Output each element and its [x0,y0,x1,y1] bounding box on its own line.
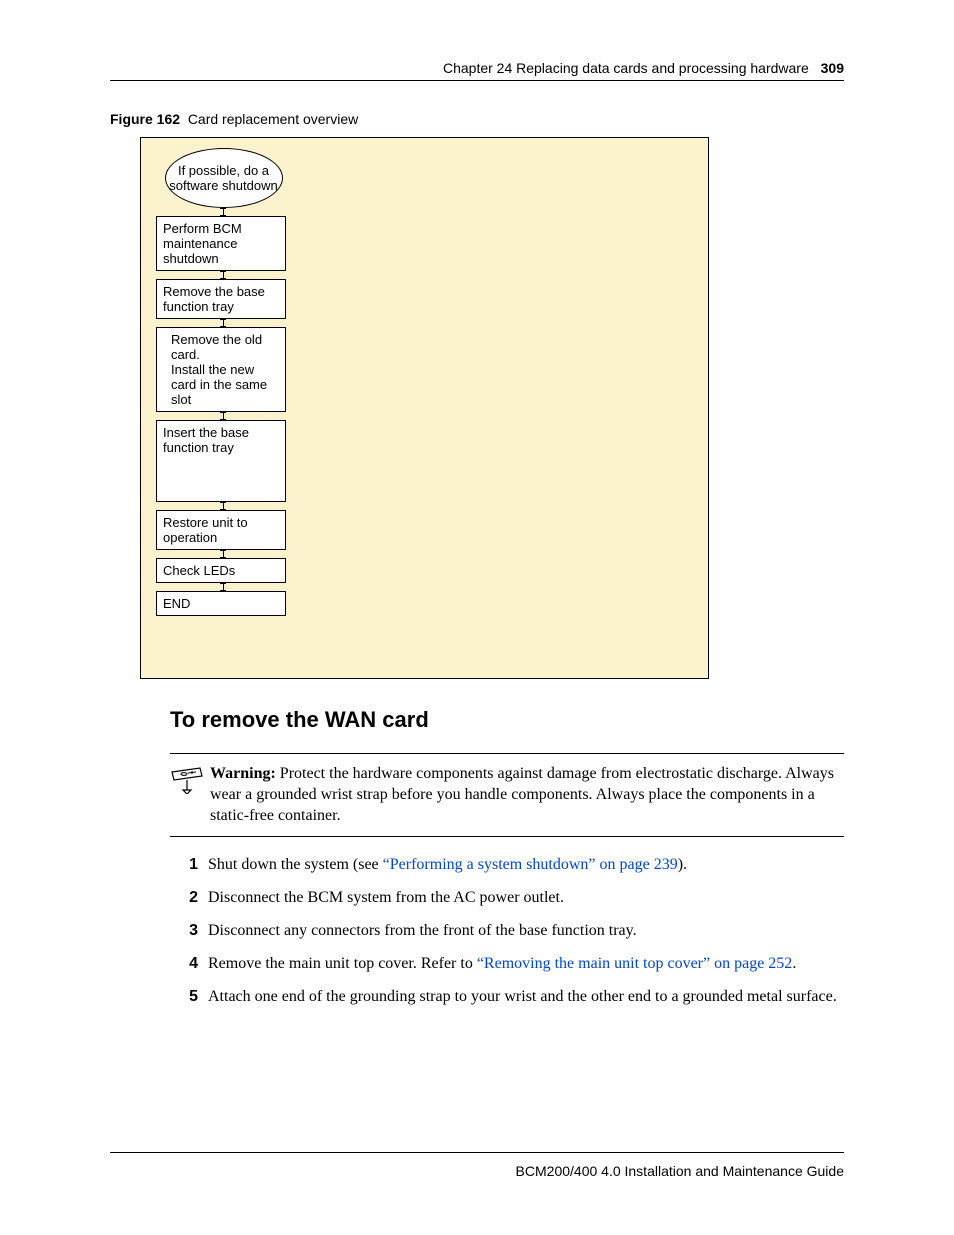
warning-block: Warning: Protect the hardware components… [170,753,844,837]
flow-node: Perform BCM maintenance shutdown [156,216,286,271]
figure-diagram: If possible, do a software shutdown Perf… [140,137,709,679]
list-item: 2 Disconnect the BCM system from the AC … [170,888,844,909]
list-item: 1 Shut down the system (see “Performing … [170,855,844,876]
flow-node: Restore unit to operation [156,510,286,550]
document-title: BCM200/400 4.0 Installation and Maintena… [516,1163,844,1179]
figure-title: Card replacement overview [188,111,358,127]
list-item: 4 Remove the main unit top cover. Refer … [170,954,844,975]
steps-list: 1 Shut down the system (see “Performing … [170,855,844,1007]
warning-icon [170,764,210,826]
list-item: 5 Attach one end of the grounding strap … [170,987,844,1008]
list-item: 3 Disconnect any connectors from the fro… [170,921,844,942]
flow-node-end: END [156,591,286,616]
flow-node: Remove the base function tray [156,279,286,319]
cross-reference-link[interactable]: “Performing a system shutdown” on page 2… [383,856,678,873]
page-header: Chapter 24 Replacing data cards and proc… [110,60,844,81]
figure-label: Figure 162 [110,111,180,127]
warning-text: Warning: Protect the hardware components… [210,764,844,826]
warning-label: Warning: [210,765,276,782]
page-footer: BCM200/400 4.0 Installation and Maintena… [110,1152,844,1179]
flow-node: Remove the old card. Install the new car… [156,327,286,412]
cross-reference-link[interactable]: “Removing the main unit top cover” on pa… [477,955,792,972]
figure-caption: Figure 162 Card replacement overview [110,111,844,127]
page-number: 309 [821,60,844,76]
flow-node: Insert the base function tray [156,420,286,502]
section-heading: To remove the WAN card [170,707,844,733]
chapter-title: Chapter 24 Replacing data cards and proc… [443,60,809,76]
flow-node: Check LEDs [156,558,286,583]
flow-node-start: If possible, do a software shutdown [165,148,283,208]
